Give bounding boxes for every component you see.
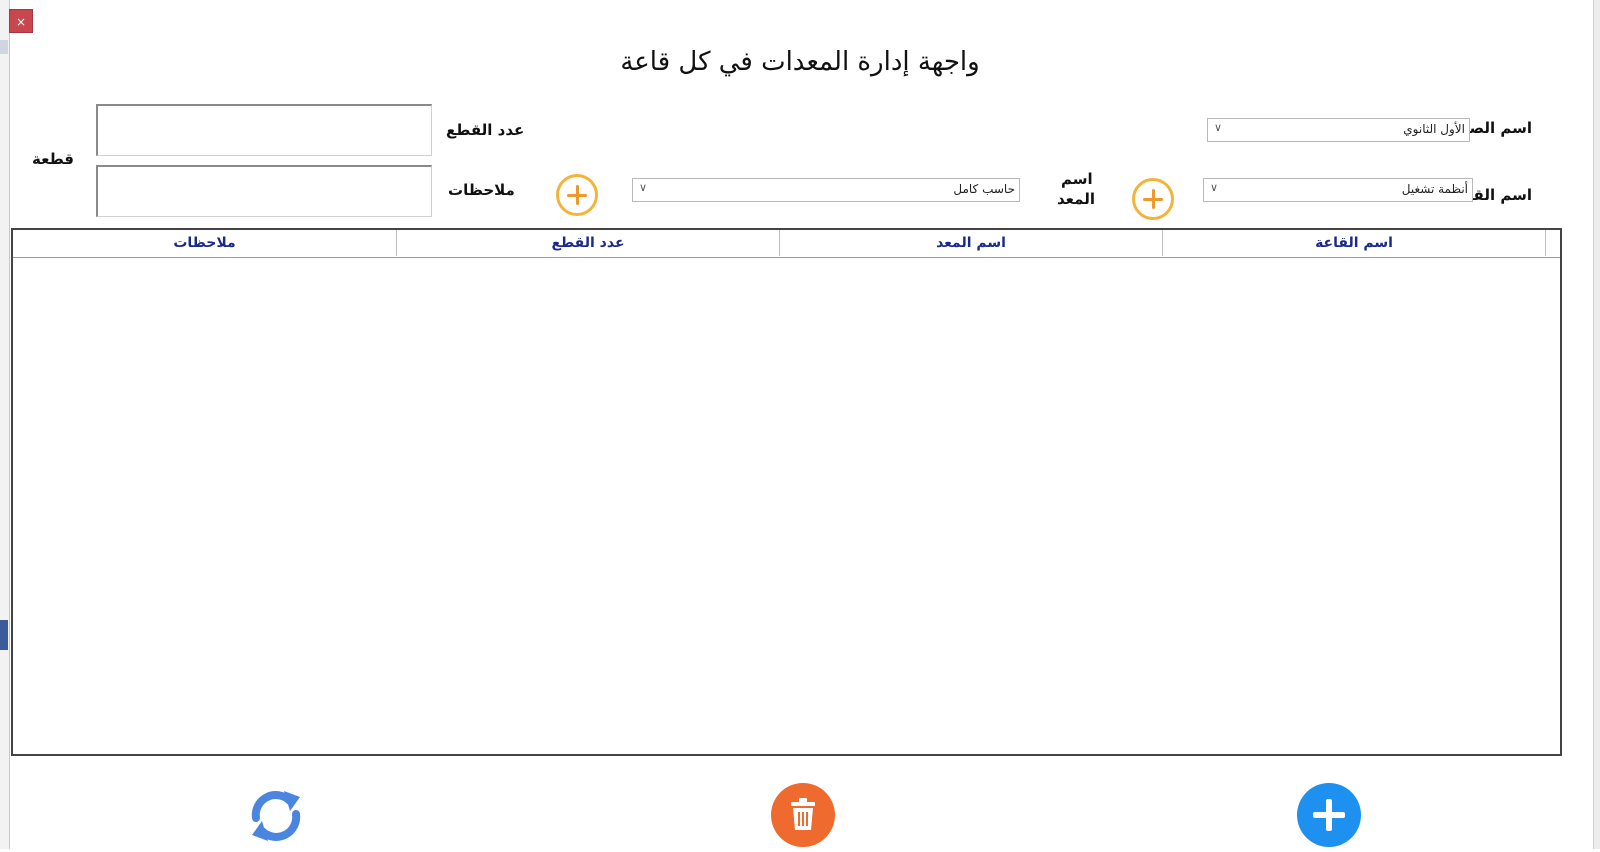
close-icon: × xyxy=(15,15,27,29)
chevron-down-icon: ∨ xyxy=(1214,121,1223,134)
trash-icon xyxy=(791,798,815,830)
add-button[interactable] xyxy=(1297,783,1361,847)
equipment-table[interactable]: ملاحظات عدد القطع اسم المعد اسم القاعة xyxy=(11,228,1562,756)
add-equipment-button[interactable] xyxy=(556,174,598,216)
column-header-room[interactable]: اسم القاعة xyxy=(1162,230,1545,256)
row-header-corner xyxy=(1545,230,1562,256)
pieces-count-label: عدد القطع xyxy=(446,121,525,139)
add-room-button[interactable] xyxy=(1132,178,1174,220)
unit-label: قطعة xyxy=(32,150,74,168)
delete-button[interactable] xyxy=(771,783,835,847)
notes-input[interactable] xyxy=(96,165,432,217)
class-name-value: الأول الثانوي xyxy=(1403,122,1465,136)
right-window-edge xyxy=(1593,0,1600,849)
room-name-value: أنظمة تشغيل xyxy=(1401,182,1468,196)
close-button[interactable]: × xyxy=(9,9,33,33)
equipment-name-label-line2: المعد xyxy=(1057,190,1095,208)
refresh-button[interactable] xyxy=(244,784,308,848)
page-title: واجهة إدارة المعدات في كل قاعة xyxy=(620,47,980,77)
equipment-name-label-line1: اسم xyxy=(1061,170,1093,188)
column-header-equipment[interactable]: اسم المعد xyxy=(779,230,1162,256)
notes-label: ملاحظات xyxy=(448,181,515,199)
room-name-select[interactable]: أنظمة تشغيل ∨ xyxy=(1203,178,1473,202)
equipment-name-select[interactable]: حاسب كامل ∨ xyxy=(632,178,1020,202)
refresh-icon xyxy=(251,791,301,841)
left-window-edge xyxy=(0,0,10,849)
chevron-down-icon: ∨ xyxy=(1210,181,1219,194)
column-header-notes[interactable]: ملاحظات xyxy=(13,230,396,256)
chevron-down-icon: ∨ xyxy=(639,181,648,194)
add-icon xyxy=(1313,799,1345,831)
column-header-pieces[interactable]: عدد القطع xyxy=(396,230,779,256)
class-name-select[interactable]: الأول الثانوي ∨ xyxy=(1207,118,1470,142)
pieces-count-input[interactable] xyxy=(96,104,432,156)
equipment-name-value: حاسب كامل xyxy=(953,182,1015,196)
table-header: ملاحظات عدد القطع اسم المعد اسم القاعة xyxy=(13,230,1560,258)
